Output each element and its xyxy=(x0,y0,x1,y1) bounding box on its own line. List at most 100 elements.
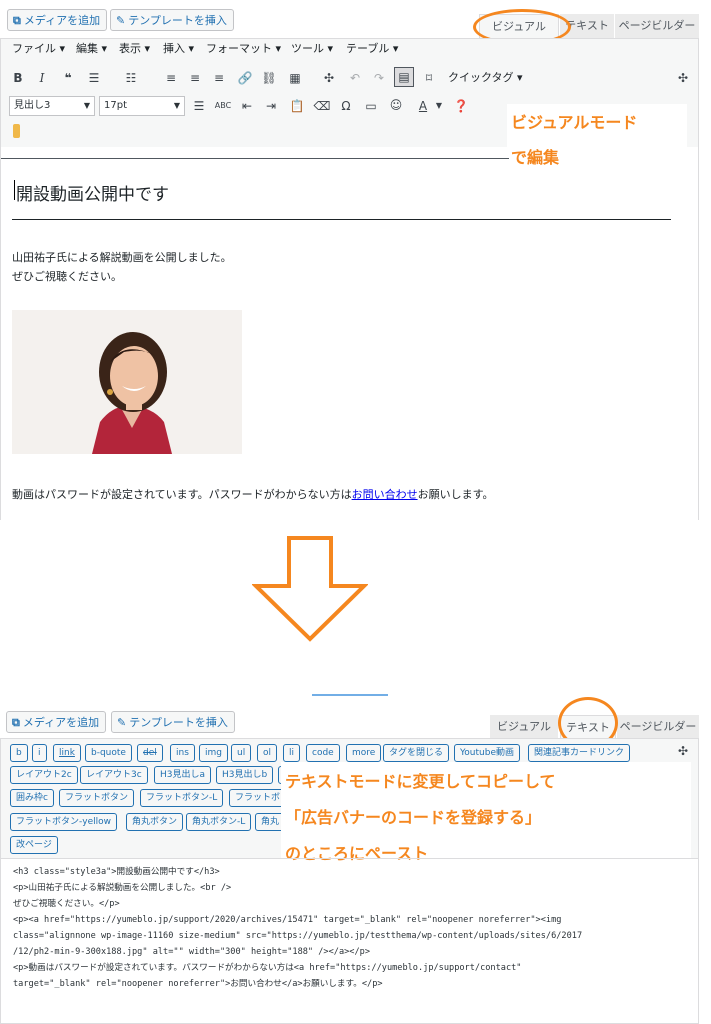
embed-icon[interactable]: ▭ xyxy=(362,97,380,115)
qt-layout-2c[interactable]: レイアウト2c xyxy=(10,766,78,784)
eraser-icon[interactable]: ⌫ xyxy=(313,97,331,115)
code-divider xyxy=(1,858,698,859)
content-p1: 山田祐子氏による解説動画を公開しました。 xyxy=(12,251,232,264)
code-line-5: class="alignnone wp-image-11160 size-med… xyxy=(13,931,583,941)
annotation-line-2: 「広告バナーのコードを登録する」 xyxy=(285,808,542,827)
menu-file[interactable]: ファイル ▾ xyxy=(12,40,65,58)
insert-template-button[interactable]: ✎ テンプレートを挿入 xyxy=(110,9,234,31)
undo-icon[interactable]: ↶ xyxy=(346,69,364,87)
down-arrow-icon xyxy=(252,536,368,642)
qt-close-tags[interactable]: タグを閉じる xyxy=(383,744,450,762)
menu-insert[interactable]: 挿入 ▾ xyxy=(163,40,194,58)
qt-flat-button-l[interactable]: フラットボタン-L xyxy=(140,789,224,807)
smiley-icon[interactable]: ☺ xyxy=(387,96,405,114)
heading-underline xyxy=(12,219,671,220)
top-editor: ⧉ メディアを追加 ✎ テンプレートを挿入 ビジュアル テキスト ページビルダー フ… xyxy=(0,0,711,520)
plugin-icon[interactable] xyxy=(13,124,20,138)
qt-link[interactable]: link xyxy=(53,744,81,762)
menu-view[interactable]: 表示 ▾ xyxy=(119,40,150,58)
qt-more[interactable]: more xyxy=(346,744,382,762)
align-right-icon[interactable]: ≡ xyxy=(210,69,228,87)
omega-icon[interactable]: Ω xyxy=(337,97,355,115)
bottom-editor: ⧉ メディアを追加 ✎ テンプレートを挿入 ビジュアル テキスト ページビルダー b… xyxy=(0,697,711,1024)
heading-select[interactable]: 見出し3 ▼ xyxy=(9,96,95,116)
pencil-icon: ✎ xyxy=(117,716,127,729)
qt-youtube[interactable]: Youtube動画 xyxy=(454,744,520,762)
tab-page-builder[interactable]: ページビルダー xyxy=(615,14,699,38)
menu-tools[interactable]: ツール ▾ xyxy=(291,40,333,58)
annotation-line-3: のところにペースト xyxy=(285,844,429,863)
menu-format[interactable]: フォーマット ▾ xyxy=(206,40,281,58)
qt-h3-b[interactable]: H3見出しb xyxy=(216,766,274,784)
menubar: ファイル ▾ 編集 ▾ 表示 ▾ 挿入 ▾ フォーマット ▾ ツール ▾ テーブ… xyxy=(0,40,699,58)
code-line-8: target="_blank" rel="noopener noreferrer… xyxy=(13,979,383,989)
quicktag-dropdown[interactable]: クイックタグ ▾ xyxy=(448,70,523,86)
content-heading: 開設動画公開中です xyxy=(16,185,169,205)
redo-icon[interactable]: ↷ xyxy=(370,69,388,87)
caret xyxy=(14,180,15,200)
contact-link[interactable]: お問い合わせ xyxy=(352,488,418,501)
link-icon[interactable]: 🔗 xyxy=(236,69,254,87)
qt-ol[interactable]: ol xyxy=(257,744,278,762)
portrait-image xyxy=(12,310,242,454)
help-icon[interactable]: ❓ xyxy=(452,97,470,115)
qt-i[interactable]: i xyxy=(32,744,47,762)
numbered-list-icon[interactable]: ☷ xyxy=(122,69,140,87)
qt-h3-a[interactable]: H3見出しa xyxy=(154,766,212,784)
bookmark-icon[interactable]: ⌑ xyxy=(420,69,438,87)
indent-icon[interactable]: ⇤ xyxy=(238,97,256,115)
expand-icon[interactable]: ✣ xyxy=(678,744,688,758)
code-line-7: <p>動画はパスワードが設定されています。パスワードがわからない方は<a hre… xyxy=(13,963,522,973)
qt-li[interactable]: li xyxy=(283,744,301,762)
outdent-icon[interactable]: ⇥ xyxy=(262,97,280,115)
qt-flat-button-yellow[interactable]: フラットボタン-yellow xyxy=(10,813,117,831)
add-media-button[interactable]: ⧉ メディアを追加 xyxy=(6,711,107,733)
qt-ul[interactable]: ul xyxy=(231,744,252,762)
pencil-icon: ✎ xyxy=(116,14,126,27)
qt-layout-3c[interactable]: レイアウト3c xyxy=(80,766,148,784)
expand-icon[interactable]: ✣ xyxy=(674,69,692,87)
content-p3: 動画はパスワードが設定されています。パスワードがわからない方はお問い合わせお願い… xyxy=(12,488,494,501)
qt-flat-button-more[interactable]: フラットボ xyxy=(229,789,287,807)
annotation-line-1: テキストモードに変更してコピーして xyxy=(285,772,556,791)
content-p2: ぜひご視聴ください。 xyxy=(12,270,122,283)
menu-edit[interactable]: 編集 ▾ xyxy=(76,40,107,58)
table-icon[interactable]: ▦ xyxy=(286,69,304,87)
add-media-button[interactable]: ⧉ メディアを追加 xyxy=(7,9,108,31)
qt-round-button-l[interactable]: 角丸ボタン-L xyxy=(186,813,252,831)
tab-visual[interactable]: ビジュアル xyxy=(490,715,558,739)
horizontal-line-icon[interactable]: ☰ xyxy=(190,97,208,115)
unlink-icon[interactable]: ⛓ xyxy=(260,69,278,87)
insert-template-button[interactable]: ✎ テンプレートを挿入 xyxy=(111,711,235,733)
qt-b[interactable]: b xyxy=(10,744,28,762)
qt-img[interactable]: img xyxy=(199,744,228,762)
arrow-divider xyxy=(312,694,388,696)
qt-round-button[interactable]: 角丸ボタン xyxy=(126,813,184,831)
keyboard-icon[interactable]: ▤ xyxy=(394,67,414,87)
qt-del[interactable]: del xyxy=(137,744,163,762)
qt-page-break[interactable]: 改ページ xyxy=(10,836,58,854)
code-line-4: <p><a href="https://yumeblo.jp/support/2… xyxy=(13,915,562,925)
align-center-icon[interactable]: ≡ xyxy=(186,69,204,87)
annotation-panel: ビジュアルモード で編集 xyxy=(507,104,687,170)
fullscreen-icon[interactable]: ✣ xyxy=(320,69,338,87)
quote-icon[interactable]: ❝ xyxy=(59,69,77,87)
media-icon: ⧉ xyxy=(13,14,21,27)
strikethrough-icon[interactable]: ABC xyxy=(214,97,232,115)
qt-ins[interactable]: ins xyxy=(170,744,195,762)
code-line-6: /12/ph2-min-9-300x188.jpg" alt="" width=… xyxy=(13,947,370,957)
arrow-down-icon[interactable]: ▼ xyxy=(430,97,448,115)
qt-b-quote[interactable]: b-quote xyxy=(85,744,132,762)
align-left-icon[interactable]: ≡ xyxy=(162,69,180,87)
tab-page-builder[interactable]: ページビルダー xyxy=(617,715,699,739)
menu-table[interactable]: テーブル ▾ xyxy=(346,40,398,58)
bold-icon[interactable]: B xyxy=(9,69,27,87)
qt-code[interactable]: code xyxy=(306,744,340,762)
italic-icon[interactable]: I xyxy=(33,69,51,87)
bullet-list-icon[interactable]: ☰ xyxy=(85,69,103,87)
font-size-select[interactable]: 17pt ▼ xyxy=(99,96,185,116)
qt-flat-button[interactable]: フラットボタン xyxy=(59,789,135,807)
qt-related-card[interactable]: 関連記事カードリンク xyxy=(528,744,631,762)
paste-icon[interactable]: 📋 xyxy=(288,97,306,115)
qt-box-c[interactable]: 囲み枠c xyxy=(10,789,54,807)
